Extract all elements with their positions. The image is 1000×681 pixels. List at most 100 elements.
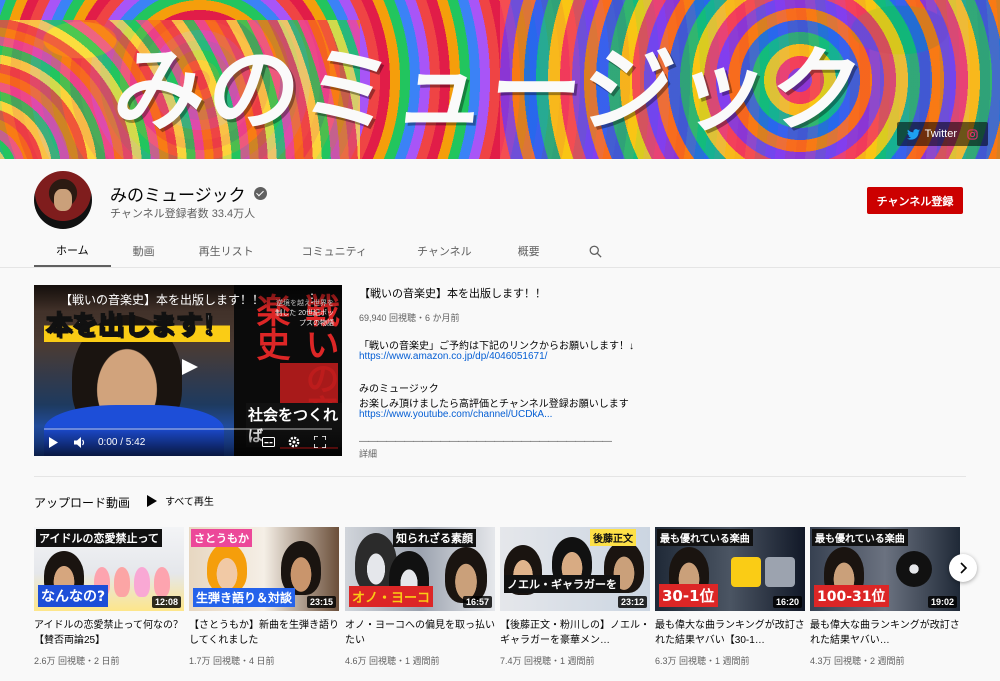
video-card[interactable]: 後藤正文 ノエル・ギャラガーを 23:12 【後藤正文・粉川しの】ノエル・ギャラ… bbox=[500, 527, 650, 667]
banner-social-links: Twitter bbox=[896, 122, 988, 146]
channel-banner: みのミュージック Twitter bbox=[0, 0, 1000, 159]
video-title[interactable]: アイドルの恋愛禁止って何なの？【賛否両論25】 bbox=[34, 618, 184, 648]
verified-badge-icon bbox=[253, 187, 267, 200]
player-subtitles-button[interactable] bbox=[262, 435, 275, 449]
twitter-label: Twitter bbox=[924, 128, 957, 140]
play-icon[interactable] bbox=[168, 353, 208, 381]
play-small-icon bbox=[49, 436, 58, 448]
thumbnail-idol bbox=[154, 567, 170, 597]
channel-link[interactable]: https://www.youtube.com/channel/UCDkA... bbox=[359, 409, 552, 420]
video-meta: 1.7万 回視聴・4 日前 bbox=[189, 656, 275, 666]
description-line-2: みのミュージック bbox=[359, 384, 439, 395]
instagram-icon bbox=[967, 128, 978, 140]
video-card[interactable]: 知られざる素顔 オノ・ヨーコ 16:57 オノ・ヨーコへの偏見を取っ払いたい 4… bbox=[345, 527, 495, 667]
channel-name: みのミュージック bbox=[110, 186, 246, 205]
video-title[interactable]: 最も偉大な曲ランキングが改訂された結果ヤバい… bbox=[810, 618, 960, 648]
uploads-shelf: アイドルの恋愛禁止って なんなの? 12:08 アイドルの恋愛禁止って何なの？【… bbox=[34, 527, 966, 677]
header-divider bbox=[0, 267, 1000, 268]
thumbnail-record bbox=[896, 551, 932, 587]
tab-playlists[interactable]: 再生リスト bbox=[177, 235, 276, 267]
amazon-link[interactable]: https://www.amazon.co.jp/dp/4046051671/ bbox=[359, 351, 547, 362]
thumbnail-caption-top: 後藤正文 bbox=[590, 529, 636, 546]
thumbnail-person bbox=[207, 543, 247, 593]
channel-search-button[interactable] bbox=[576, 235, 616, 267]
video-card[interactable]: 最も優れている楽曲 100-31位 19:02 最も偉大な曲ランキングが改訂され… bbox=[810, 527, 960, 667]
thumbnail-album-cover bbox=[731, 557, 761, 587]
twitter-icon bbox=[906, 128, 920, 140]
video-thumbnail[interactable]: 後藤正文 ノエル・ギャラガーを 23:12 bbox=[500, 527, 650, 611]
featured-video-overlay-title[interactable]: 【戦いの音楽史】本を出版します！！ bbox=[60, 291, 264, 308]
description-line-3: お楽しみ頂けましたら高評価とチャンネル登録お願いします bbox=[359, 399, 629, 410]
thumbnail-caption-top: アイドルの恋愛禁止って bbox=[36, 529, 162, 547]
video-duration: 12:08 bbox=[151, 596, 181, 608]
chevron-right-icon bbox=[960, 562, 968, 574]
video-title[interactable]: オノ・ヨーコへの偏見を取っ払いたい bbox=[345, 618, 495, 648]
subscribe-button[interactable]: チャンネル登録 bbox=[867, 187, 963, 214]
video-title[interactable]: 【さとうもか】新曲を生弾き語りしてくれました bbox=[189, 618, 339, 648]
video-thumbnail[interactable]: 知られざる素顔 オノ・ヨーコ 16:57 bbox=[345, 527, 495, 611]
video-duration: 23:12 bbox=[617, 596, 647, 608]
player-settings-button[interactable] bbox=[288, 435, 300, 449]
subtitles-icon bbox=[262, 437, 275, 447]
volume-icon bbox=[74, 436, 85, 448]
thumbnail-caption-bottom: 100-31位 bbox=[814, 585, 889, 607]
video-thumbnail[interactable]: 最も優れている楽曲 30-1位 16:20 bbox=[655, 527, 805, 611]
video-duration: 19:02 bbox=[927, 596, 957, 608]
video-title[interactable]: 【後藤正文・粉川しの】ノエル・ギャラガーを豪華メン… bbox=[500, 618, 650, 648]
video-duration: 16:57 bbox=[462, 596, 492, 608]
player-time: 0:00 / 5:42 bbox=[98, 436, 146, 448]
thumbnail-person bbox=[445, 547, 487, 603]
video-meta: 4.3万 回視聴・2 週間前 bbox=[810, 656, 905, 666]
show-more-link[interactable]: 詳細 bbox=[359, 447, 377, 460]
featured-video-title[interactable]: 【戦いの音楽史】本を出版します！！ bbox=[359, 285, 546, 301]
instagram-link[interactable] bbox=[967, 128, 978, 140]
tab-community[interactable]: コミュニティ bbox=[276, 235, 393, 267]
search-icon bbox=[589, 245, 602, 258]
thumbnail-idol bbox=[114, 567, 130, 597]
video-duration: 23:15 bbox=[306, 596, 336, 608]
thumbnail-caption-bottom: 30-1位 bbox=[659, 584, 718, 607]
uploads-section-title[interactable]: アップロード動画 bbox=[34, 494, 130, 511]
tab-about[interactable]: 概要 bbox=[496, 235, 562, 267]
player-fullscreen-button[interactable] bbox=[314, 435, 326, 449]
thumbnail-caption-top: 知られざる素顔 bbox=[393, 529, 476, 547]
player-play-button[interactable] bbox=[48, 435, 58, 449]
banner-logo-text: みのミュージック bbox=[108, 36, 870, 144]
tab-home[interactable]: ホーム bbox=[34, 235, 111, 267]
tab-videos[interactable]: 動画 bbox=[111, 235, 177, 267]
play-all-label: すべて再生 bbox=[165, 497, 214, 508]
thumbnail-person bbox=[281, 541, 321, 595]
twitter-link[interactable]: Twitter bbox=[906, 128, 957, 140]
video-card[interactable]: さとうもか 生弾き語り＆対談 23:15 【さとうもか】新曲を生弾き語りしてくれ… bbox=[189, 527, 339, 667]
video-thumbnail[interactable]: 最も優れている楽曲 100-31位 19:02 bbox=[810, 527, 960, 611]
player-progress-bar[interactable] bbox=[44, 428, 332, 430]
gear-icon bbox=[288, 436, 300, 448]
video-thumbnail[interactable]: アイドルの恋愛禁止って なんなの? 12:08 bbox=[34, 527, 184, 611]
thumbnail-caption-bottom: なんなの? bbox=[38, 585, 109, 607]
thumbnail-idol bbox=[134, 567, 150, 597]
video-meta: 7.4万 回視聴・1 週間前 bbox=[500, 656, 595, 666]
play-all-button[interactable]: すべて再生 bbox=[147, 493, 214, 508]
player-volume-button[interactable] bbox=[74, 435, 86, 449]
featured-video-meta: 69,940 回視聴・6 か月前 bbox=[359, 313, 460, 323]
channel-tabs: ホーム 動画 再生リスト コミュニティ チャンネル 概要 bbox=[34, 235, 616, 267]
video-thumbnail[interactable]: さとうもか 生弾き語り＆対談 23:15 bbox=[189, 527, 339, 611]
channel-avatar[interactable] bbox=[34, 171, 92, 229]
video-title[interactable]: 最も偉大な曲ランキングが改訂された結果ヤバい【30-1… bbox=[655, 618, 805, 648]
tab-channels[interactable]: チャンネル bbox=[393, 235, 496, 267]
shelf-next-button[interactable] bbox=[949, 554, 977, 582]
thumbnail-caption-bottom: オノ・ヨーコ bbox=[349, 586, 434, 607]
channel-name-row: みのミュージック bbox=[110, 181, 267, 206]
fullscreen-icon bbox=[314, 436, 326, 448]
thumbnail-caption-top: 最も優れている楽曲 bbox=[812, 529, 908, 546]
channel-header: みのミュージック チャンネル登録者数 33.4万人 チャンネル登録 ホーム 動画… bbox=[0, 159, 1000, 267]
video-duration: 16:20 bbox=[772, 596, 802, 608]
video-card[interactable]: アイドルの恋愛禁止って なんなの? 12:08 アイドルの恋愛禁止って何なの？【… bbox=[34, 527, 184, 667]
featured-video-player[interactable]: 戦いの音楽史 逆境を越え 世界を制した 20世紀ポップスの物語 社会をつくれば … bbox=[34, 285, 342, 456]
video-meta: 6.3万 回視聴・1 週間前 bbox=[655, 656, 750, 666]
thumbnail-caption-top: 最も優れている楽曲 bbox=[657, 529, 753, 546]
more-vert-icon[interactable]: ⋮ bbox=[306, 291, 318, 305]
video-card[interactable]: 最も優れている楽曲 30-1位 16:20 最も偉大な曲ランキングが改訂された結… bbox=[655, 527, 805, 667]
video-meta: 2.6万 回視聴・2 日前 bbox=[34, 656, 120, 666]
description-line-1: 「戦いの音楽史」ご予約は下記のリンクからお願いします！↓ bbox=[359, 341, 634, 352]
